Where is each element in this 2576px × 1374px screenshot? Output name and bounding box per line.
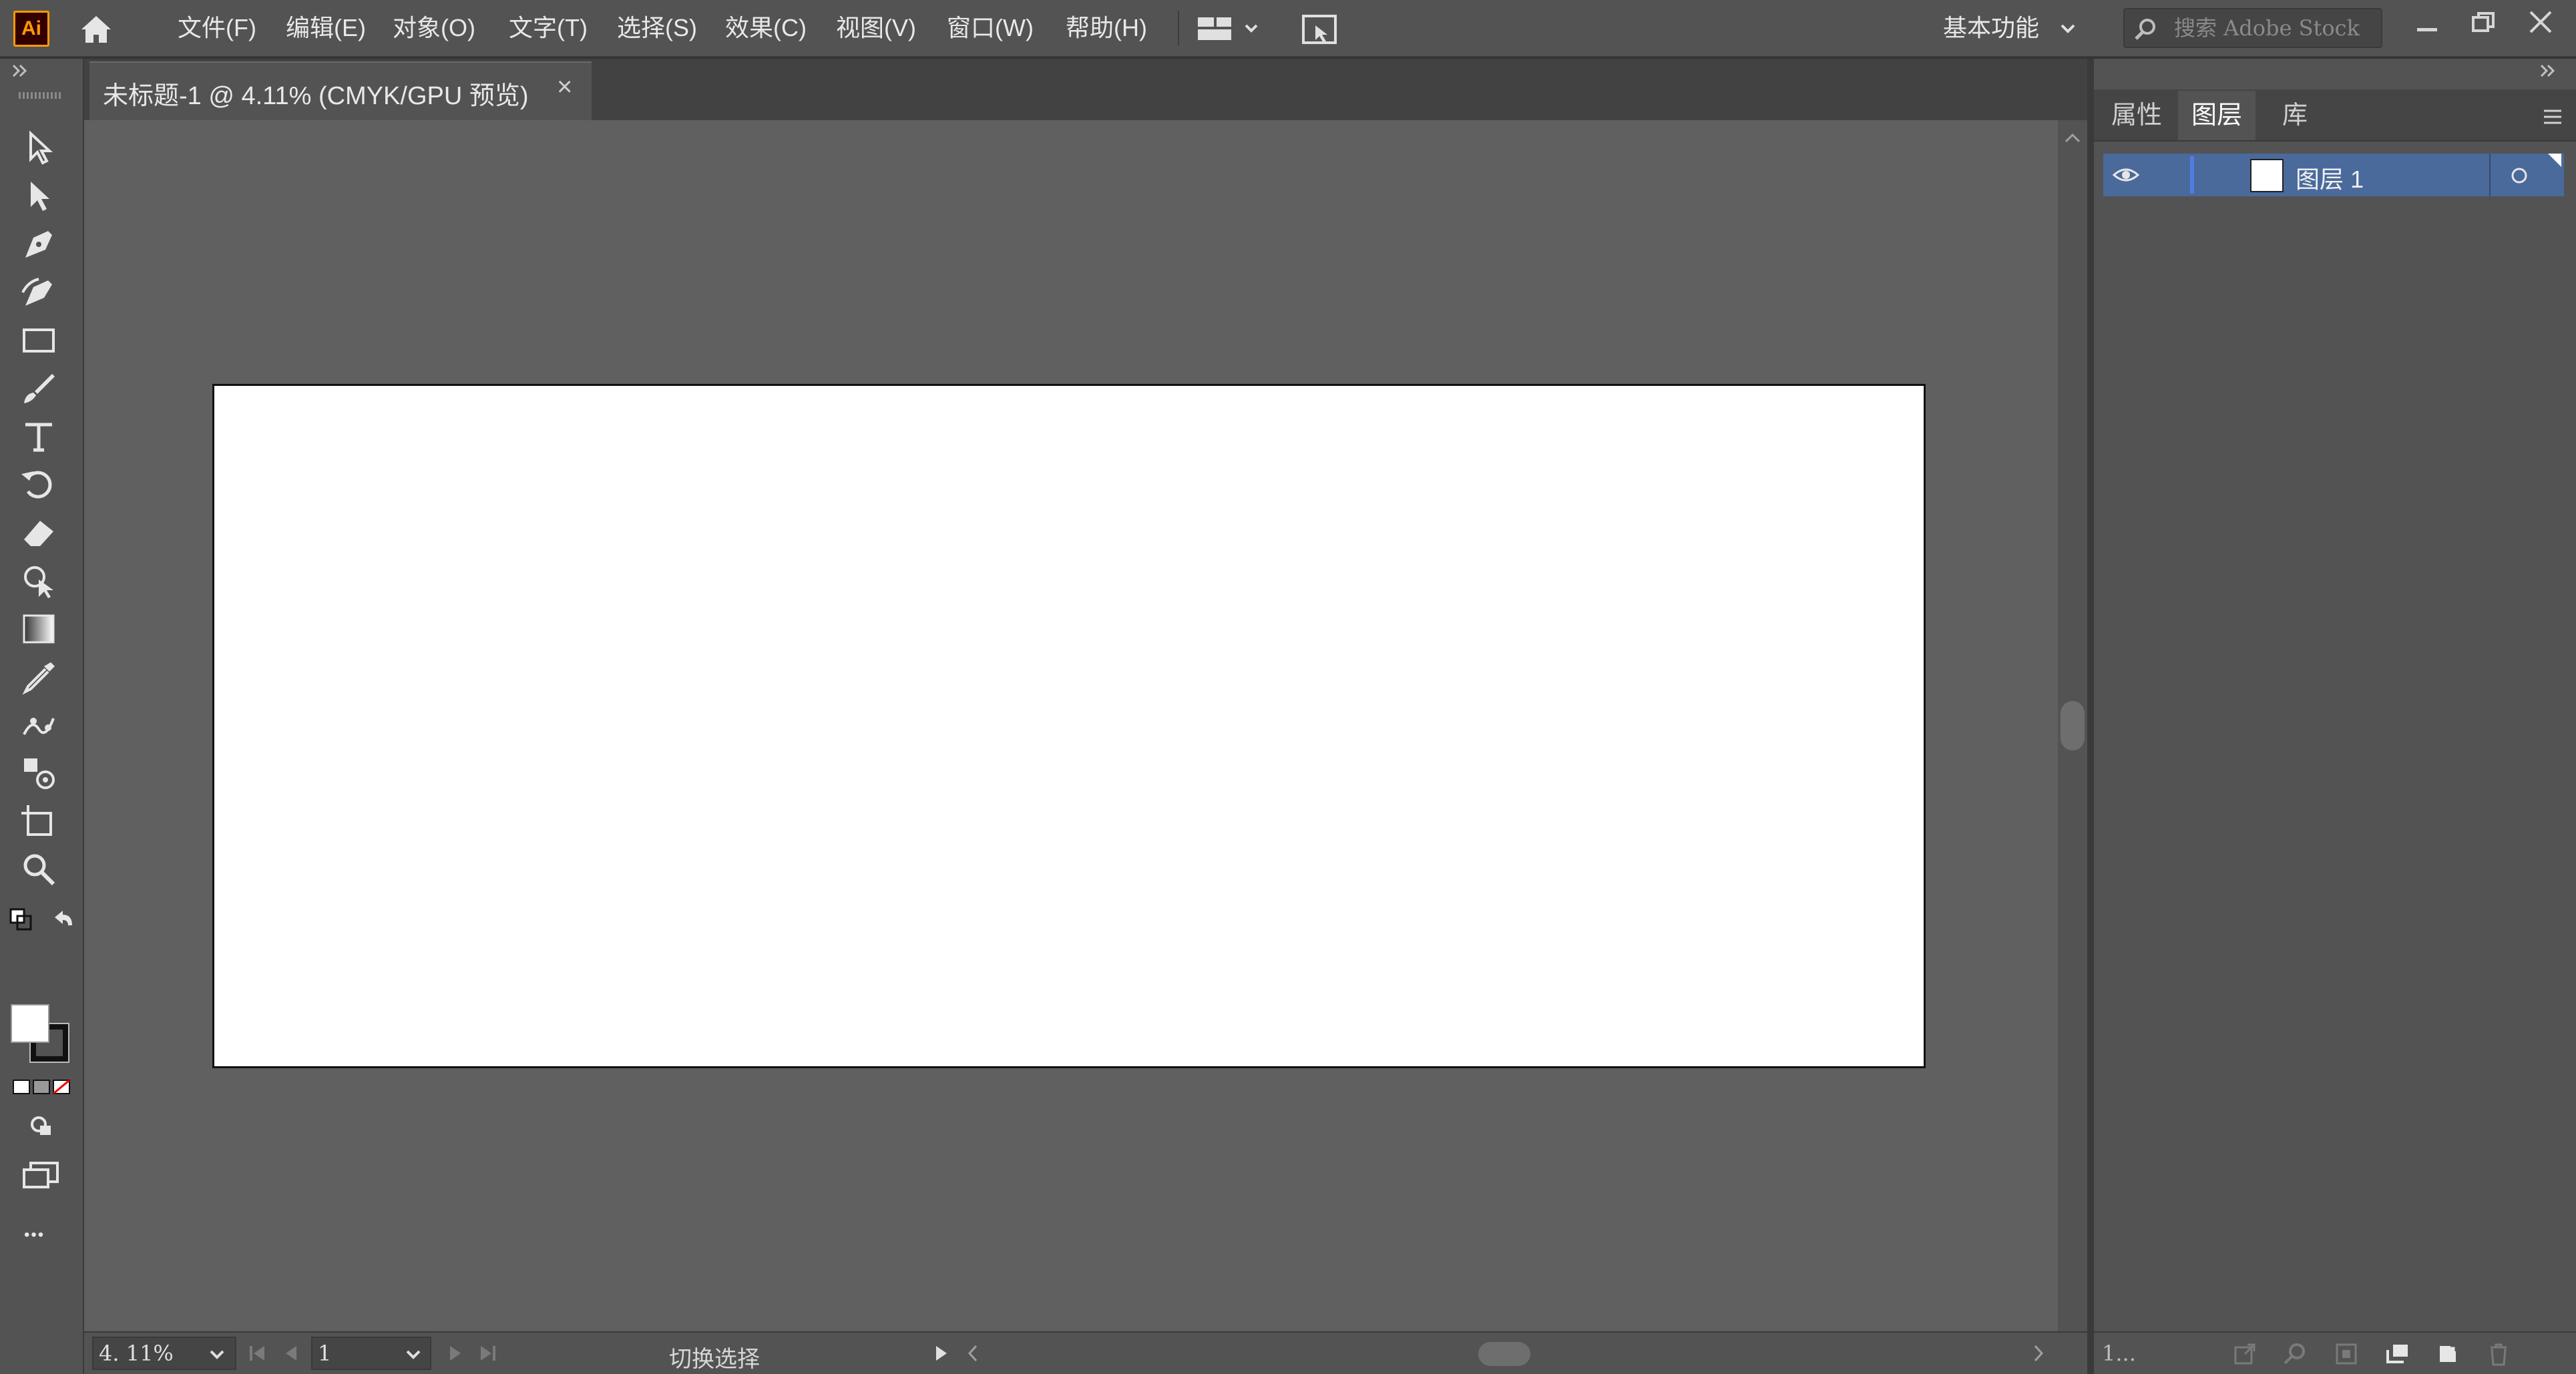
- status-bar: 4. 11% 1 切换选择: [84, 1331, 2087, 1374]
- status-text[interactable]: 切换选择: [669, 1341, 760, 1373]
- tab-properties[interactable]: 属性: [2098, 91, 2175, 140]
- previous-artboard-icon[interactable]: [279, 1342, 302, 1365]
- vertical-scrollbar[interactable]: [2058, 120, 2087, 1331]
- target-icon[interactable]: [2509, 166, 2529, 186]
- menu-effect[interactable]: 效果(C): [725, 9, 807, 47]
- shape-builder-tool-icon[interactable]: [19, 561, 63, 602]
- workspace-switcher[interactable]: 基本功能: [1943, 9, 2039, 47]
- close-tab-icon[interactable]: ×: [557, 72, 572, 102]
- menu-select[interactable]: 选择(S): [617, 9, 697, 47]
- menu-type[interactable]: 文字(T): [509, 9, 588, 47]
- vertical-scroll-thumb[interactable]: [2061, 701, 2085, 750]
- layer-row[interactable]: 图层 1: [2103, 154, 2564, 196]
- gradient-tool-icon[interactable]: [19, 609, 63, 650]
- publish-icon[interactable]: [1301, 13, 1338, 47]
- color-mode-buttons[interactable]: [12, 1078, 71, 1096]
- layer-name[interactable]: 图层 1: [2296, 160, 2364, 195]
- status-menu-icon[interactable]: [929, 1342, 952, 1365]
- panel-divider[interactable]: [2087, 59, 2094, 1374]
- panel-menu-icon[interactable]: [2541, 105, 2564, 128]
- menu-object[interactable]: 对象(O): [393, 9, 475, 47]
- export-icon[interactable]: [2231, 1341, 2258, 1367]
- last-artboard-icon[interactable]: [477, 1342, 499, 1365]
- document-tab-title: 未标题-1 @ 4.11% (CMYK/GPU 预览): [103, 82, 529, 110]
- layers-panel: 属性 图层 库: [2094, 59, 2576, 1374]
- curvature-tool-icon[interactable]: [19, 272, 63, 314]
- horizontal-scroll-thumb[interactable]: [1478, 1342, 1530, 1366]
- layer-thumbnail: [2250, 159, 2284, 192]
- search-placeholder: 搜索 Adobe Stock: [2174, 15, 2360, 41]
- search-icon: [2133, 16, 2159, 43]
- make-clipping-mask-icon[interactable]: [2333, 1341, 2360, 1367]
- tools-panel: •••: [0, 59, 84, 1374]
- app-logo: Ai: [13, 11, 49, 47]
- artboard-dropdown-icon[interactable]: [403, 1345, 423, 1365]
- rectangle-tool-icon[interactable]: [19, 320, 63, 362]
- panel-collapse-icon[interactable]: [2539, 63, 2559, 79]
- create-sublayer-icon[interactable]: [2384, 1341, 2410, 1367]
- artboard-number-field[interactable]: 1: [311, 1337, 431, 1370]
- menu-bar: Ai 文件(F) 编辑(E) 对象(O) 文字(T) 选择(S) 效果(C) 视…: [0, 0, 2576, 57]
- menu-view[interactable]: 视图(V): [836, 9, 916, 47]
- zoom-value: 4. 11%: [99, 1341, 174, 1366]
- pen-tool-icon[interactable]: [19, 224, 63, 266]
- zoom-dropdown-icon[interactable]: [207, 1345, 227, 1365]
- tab-layers[interactable]: 图层: [2178, 91, 2256, 140]
- more-tools-icon[interactable]: •••: [24, 1226, 45, 1244]
- trash-icon[interactable]: [2485, 1341, 2512, 1367]
- scroll-left-icon[interactable]: [963, 1342, 983, 1365]
- puppet-warp-tool-icon[interactable]: [19, 705, 63, 746]
- paintbrush-tool-icon[interactable]: [19, 369, 63, 410]
- menu-edit[interactable]: 编辑(E): [286, 9, 366, 47]
- zoom-field[interactable]: 4. 11%: [92, 1337, 236, 1370]
- scroll-right-icon[interactable]: [2028, 1342, 2049, 1365]
- menu-help[interactable]: 帮助(H): [1066, 9, 1147, 47]
- eyedropper-tool-icon[interactable]: [19, 657, 63, 698]
- eye-icon[interactable]: [2111, 163, 2141, 187]
- layer-count: 1...: [2102, 1341, 2136, 1366]
- tab-libraries[interactable]: 库: [2269, 91, 2321, 140]
- menu-window[interactable]: 窗口(W): [947, 9, 1034, 47]
- selection-tool-icon[interactable]: [19, 128, 63, 170]
- rotate-tool-icon[interactable]: [19, 465, 63, 506]
- drawing-mode-icon[interactable]: [27, 1112, 57, 1139]
- eraser-tool-icon[interactable]: [19, 513, 63, 554]
- artboard[interactable]: [212, 384, 1926, 1068]
- locate-object-icon[interactable]: [2282, 1341, 2309, 1367]
- screen-mode-icon[interactable]: [21, 1160, 60, 1190]
- type-tool-icon[interactable]: [19, 417, 63, 458]
- direct-selection-tool-icon[interactable]: [19, 176, 63, 218]
- stock-search-field[interactable]: 搜索 Adobe Stock: [2123, 8, 2382, 48]
- close-window-button[interactable]: [2525, 7, 2556, 37]
- scroll-up-icon[interactable]: [2063, 130, 2082, 146]
- new-layer-icon[interactable]: [2434, 1341, 2461, 1367]
- menu-file[interactable]: 文件(F): [178, 9, 256, 47]
- zoom-tool-icon[interactable]: [19, 849, 63, 891]
- selection-indicator-icon: [2548, 154, 2561, 167]
- swap-colors-icon[interactable]: [49, 908, 76, 935]
- minimize-button[interactable]: [2412, 13, 2442, 44]
- arrange-documents-icon[interactable]: [1197, 13, 1262, 44]
- symbol-sprayer-tool-icon[interactable]: [19, 753, 63, 794]
- layer-divider: [2489, 154, 2491, 196]
- fill-swatch[interactable]: [11, 1004, 49, 1043]
- home-icon[interactable]: [77, 12, 115, 45]
- layer-color-bar: [2190, 156, 2194, 194]
- artboard-tool-icon[interactable]: [19, 801, 63, 843]
- panel-grip[interactable]: [19, 92, 63, 99]
- next-artboard-icon[interactable]: [445, 1342, 467, 1365]
- artboard-number: 1: [318, 1341, 332, 1366]
- menu-divider: [1178, 11, 1179, 45]
- document-tab[interactable]: 未标题-1 @ 4.11% (CMYK/GPU 预览) ×: [89, 61, 592, 120]
- chevron-down-icon[interactable]: [2058, 19, 2078, 39]
- first-artboard-icon[interactable]: [246, 1342, 268, 1365]
- restore-button[interactable]: [2468, 8, 2499, 39]
- layers-footer: 1...: [2094, 1331, 2576, 1374]
- default-colors-icon[interactable]: [9, 908, 33, 932]
- collapse-panel-icon[interactable]: [11, 63, 31, 79]
